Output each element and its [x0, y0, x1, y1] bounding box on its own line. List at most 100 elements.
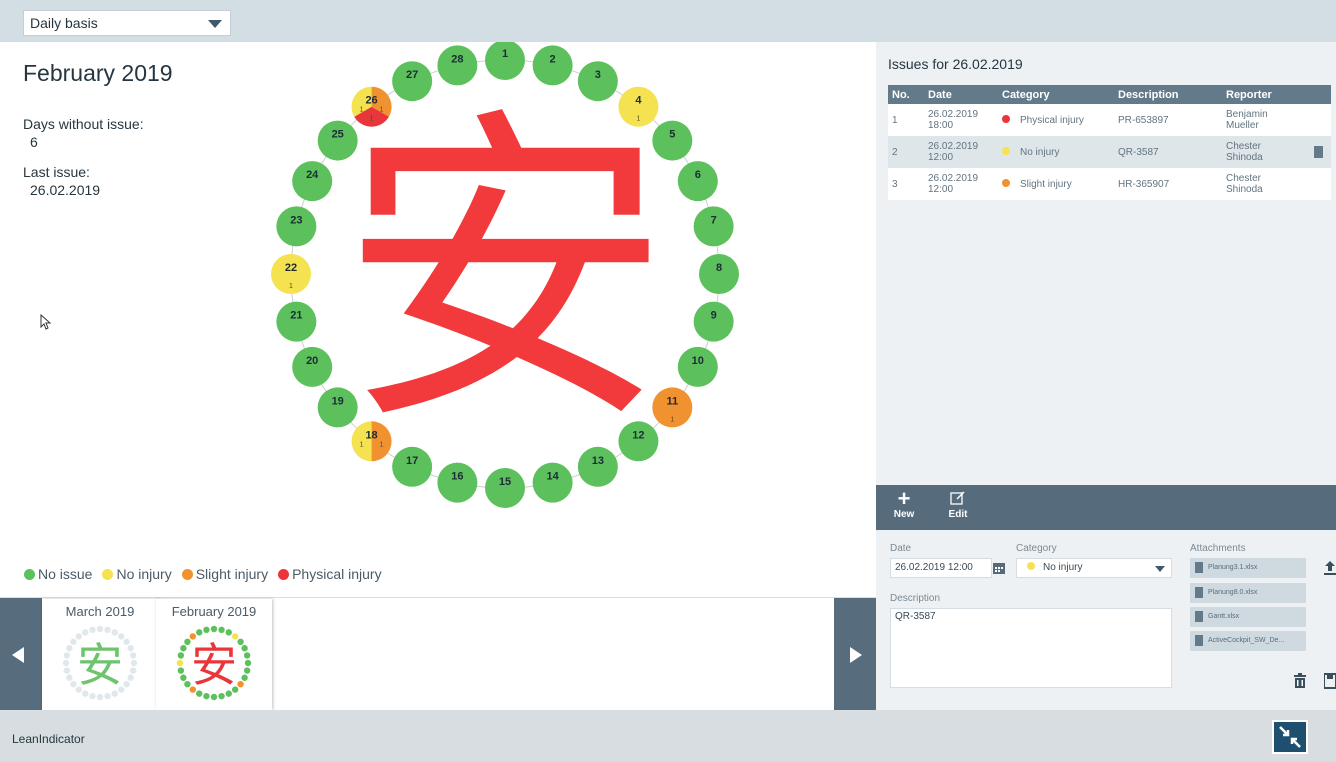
mini-day: [89, 692, 96, 700]
next-month-button[interactable]: [834, 598, 876, 711]
category-dot: [1027, 562, 1035, 570]
cell-description: PR-653897: [1114, 104, 1222, 136]
legend-dot: [102, 569, 114, 580]
day-13[interactable]: 13: [577, 446, 618, 487]
day-number: 16: [451, 471, 463, 483]
day-14[interactable]: 14: [532, 462, 573, 503]
calendar-icon[interactable]: [992, 561, 1006, 575]
day-9[interactable]: 9: [693, 301, 734, 342]
day-24[interactable]: 24: [292, 161, 333, 202]
attachment-item[interactable]: Planung8.0.xlsx: [1190, 583, 1306, 603]
attachment-item[interactable]: Gantt.xlsx: [1190, 607, 1306, 627]
day-number: 8: [716, 262, 722, 274]
table-row[interactable]: 2 26.02.2019 12:00 No injury QR-3587 Ches…: [888, 136, 1331, 168]
day-26[interactable]: 261 11: [351, 86, 392, 127]
day-22[interactable]: 22 1: [271, 254, 311, 294]
new-button[interactable]: + New: [884, 488, 924, 521]
thumbnail-february[interactable]: February 2019 安: [156, 599, 272, 710]
day-18[interactable]: 181 1: [351, 421, 392, 462]
attachment-item[interactable]: Planung3.1.xlsx: [1190, 558, 1306, 578]
day-6[interactable]: 6: [677, 161, 718, 202]
file-icon: [1195, 587, 1203, 598]
day-28[interactable]: 28: [437, 45, 478, 86]
mini-day: [203, 626, 210, 634]
day-2[interactable]: 2: [532, 45, 573, 86]
column-header[interactable]: Reporter: [1222, 85, 1331, 104]
safety-symbol: 安: [340, 81, 670, 465]
mini-day: [89, 626, 96, 634]
legend-label: No issue: [38, 566, 93, 582]
day-8[interactable]: 8: [699, 254, 739, 294]
description-textarea[interactable]: QR-3587: [890, 608, 1172, 688]
day-19[interactable]: 19: [317, 387, 358, 428]
day-7[interactable]: 7: [693, 206, 734, 247]
collapse-button[interactable]: [1272, 720, 1308, 754]
table-row[interactable]: 1 26.02.2019 18:00 Physical injury PR-653…: [888, 104, 1331, 136]
trash-icon[interactable]: [1293, 673, 1307, 689]
day-23[interactable]: 23: [276, 206, 317, 247]
legend: No issue No injury Slight injury Physical i…: [24, 566, 382, 582]
edit-button[interactable]: Edit: [938, 489, 978, 520]
cell-reporter: Chester Shinoda: [1222, 136, 1331, 168]
column-header[interactable]: No.: [888, 85, 924, 104]
day-number: 1: [502, 48, 508, 60]
issues-table: No. Date Category Description Reporter 1…: [888, 85, 1331, 200]
day-16[interactable]: 16: [437, 462, 478, 503]
issues-title: Issues for 26.02.2019: [888, 56, 1023, 72]
thumbnail-symbol: 安: [77, 638, 123, 692]
attachment-name: Planung3.1.xlsx: [1208, 564, 1258, 571]
mini-day: [218, 692, 225, 700]
cell-description: QR-3587: [1114, 136, 1222, 168]
day-4[interactable]: 41: [618, 86, 659, 127]
mini-day: [129, 667, 137, 674]
category-label: Category: [1016, 543, 1057, 554]
day-number: 27: [406, 69, 418, 81]
mini-day: [184, 680, 191, 688]
day-12[interactable]: 12: [618, 421, 659, 462]
period-select[interactable]: Daily basis: [23, 10, 231, 36]
document-icon[interactable]: [1314, 146, 1323, 158]
day-11[interactable]: 111: [652, 387, 693, 428]
mini-day: [177, 652, 185, 659]
upload-icon[interactable]: [1323, 560, 1336, 576]
column-header[interactable]: Category: [998, 85, 1114, 104]
day-5[interactable]: 5: [652, 120, 693, 161]
day-3[interactable]: 3: [577, 61, 618, 102]
last-issue-value: 26.02.2019: [30, 182, 101, 198]
prev-month-button[interactable]: [0, 598, 42, 711]
day-number: 15: [499, 476, 511, 488]
day-27[interactable]: 27: [392, 61, 433, 102]
issue-count: 1: [670, 416, 674, 423]
day-10[interactable]: 10: [677, 346, 718, 387]
save-icon[interactable]: [1324, 673, 1336, 689]
mini-day: [210, 693, 218, 701]
day-21[interactable]: 21: [276, 301, 317, 342]
day-number: 20: [306, 355, 318, 367]
column-header[interactable]: Description: [1114, 85, 1222, 104]
category-select[interactable]: No injury: [1016, 558, 1172, 578]
safety-cross-calendar: 安 1 23415678910111121314151617181 11920212…: [271, 42, 739, 508]
mini-day: [243, 667, 251, 674]
legend-label: No injury: [116, 566, 172, 582]
thumbnail-symbol: 安: [191, 638, 237, 692]
day-1[interactable]: 1: [485, 42, 525, 80]
table-row[interactable]: 3 26.02.2019 12:00 Slight injury HR-36590…: [888, 168, 1331, 200]
column-header[interactable]: Date: [924, 85, 998, 104]
file-icon: [1195, 562, 1203, 573]
day-17[interactable]: 17: [392, 446, 433, 487]
date-input[interactable]: 26.02.2019 12:00: [890, 558, 992, 578]
legend-dot: [181, 569, 193, 580]
thumbnail-march[interactable]: March 2019 安: [42, 599, 158, 710]
legend-item: No issue: [24, 566, 92, 582]
chevron-left-icon: [12, 647, 24, 663]
mini-day: [111, 629, 118, 636]
chevron-down-icon: [208, 20, 222, 28]
legend-item: Physical injury: [278, 566, 382, 582]
cell-no: 3: [888, 168, 924, 200]
attachment-item[interactable]: ActiveCockpit_SW_De...: [1190, 631, 1306, 651]
day-15[interactable]: 15: [485, 468, 525, 508]
mini-day: [237, 680, 244, 688]
cell-date: 26.02.2019 18:00: [924, 104, 998, 136]
day-20[interactable]: 20: [292, 346, 333, 387]
day-25[interactable]: 25: [317, 120, 358, 161]
